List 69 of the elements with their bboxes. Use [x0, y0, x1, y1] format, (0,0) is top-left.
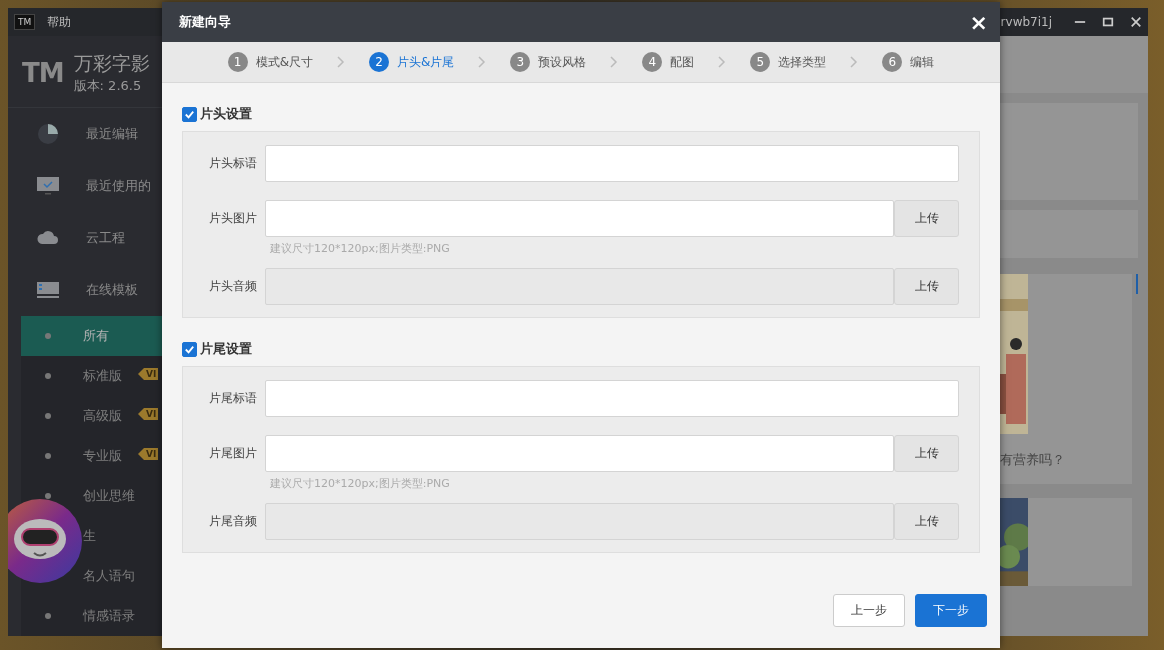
version-text: 版本: 2.6.5 [73, 76, 143, 95]
category-item[interactable]: 名人语句 [83, 567, 135, 585]
vip-badge: VI [138, 408, 159, 420]
field-label: 片尾标语 [208, 390, 258, 407]
step-number: 2 [369, 52, 389, 72]
vip-badge: VI [138, 368, 159, 380]
step-number: 1 [227, 52, 248, 72]
chevron-icon [718, 56, 727, 68]
input-field[interactable] [265, 380, 959, 417]
next-button[interactable]: 下一步 [915, 594, 987, 627]
category-item[interactable]: 创业思维 [83, 487, 135, 505]
category-item[interactable]: 生 [83, 527, 96, 545]
field-label: 片尾音频 [208, 513, 258, 530]
input-field[interactable] [265, 200, 894, 237]
vip-badge: VI [138, 448, 159, 460]
app-badge: TM [14, 14, 36, 30]
hint-text: 建议尺寸120*120px;图片类型:PNG [270, 476, 451, 491]
step-number: 6 [882, 52, 903, 72]
menu-item[interactable]: 帮助 [47, 13, 72, 31]
nav-item[interactable]: 云工程 [86, 229, 125, 248]
step-label: 配图 [670, 53, 695, 71]
back-button[interactable]: 上一步 [833, 594, 905, 627]
nav-item[interactable]: 最近编辑 [86, 125, 138, 144]
upload-button[interactable]: 上传 [894, 503, 959, 540]
section-title: 片尾设置 [200, 340, 252, 358]
input-field[interactable] [265, 435, 894, 472]
close-button[interactable]: × [965, 9, 992, 35]
upload-button[interactable]: 上传 [894, 268, 959, 305]
step-label: 预设风格 [538, 53, 587, 71]
input-field[interactable] [265, 145, 959, 182]
step-label: 编辑 [910, 53, 935, 71]
category-item[interactable]: 高级版 [83, 407, 122, 425]
category-item[interactable]: 标准版 [83, 367, 122, 385]
scroll-indicator [1136, 274, 1138, 294]
section-title: 片头设置 [200, 105, 252, 123]
field-label: 片头标语 [208, 155, 258, 172]
nav-item[interactable]: 在线模板 [86, 281, 138, 299]
category-item[interactable]: 专业版 [83, 447, 122, 465]
chevron-icon [610, 56, 619, 68]
step-label: 片头&片尾 [397, 53, 455, 71]
maximize-icon[interactable] [1102, 16, 1114, 28]
step-number: 3 [510, 52, 531, 72]
step-label: 选择类型 [778, 53, 827, 71]
field-label: 片头图片 [208, 210, 258, 227]
hint-text: 建议尺寸120*120px;图片类型:PNG [270, 241, 451, 256]
user-name: rvwb7i1j [1000, 15, 1052, 29]
step-label: 模式&尺寸 [255, 53, 313, 71]
category-item[interactable]: 情感语录 [83, 607, 135, 625]
upload-button[interactable]: 上传 [894, 435, 959, 472]
app-name: 万彩字影 [73, 50, 150, 76]
step-number: 4 [642, 52, 663, 72]
field-label: 片尾图片 [208, 445, 258, 462]
card-caption: 有营养吗？ [1000, 451, 1065, 469]
template-card[interactable] [998, 498, 1132, 586]
chevron-icon [478, 56, 487, 68]
robot-avatar-icon[interactable] [8, 499, 82, 583]
nav-item[interactable]: 最近使用的 [86, 177, 151, 196]
checkbox[interactable] [182, 106, 197, 122]
category-item[interactable]: 所有 [83, 327, 109, 345]
chevron-icon [337, 56, 345, 68]
close-icon[interactable] [1130, 16, 1142, 28]
field-label: 片头音频 [208, 278, 258, 295]
upload-button[interactable]: 上传 [894, 200, 959, 237]
pie-chart-icon [36, 122, 60, 147]
chevron-icon [850, 56, 859, 68]
dialog-title: 新建向导 [179, 13, 231, 31]
logo: TM [22, 57, 64, 88]
step-number: 5 [750, 52, 771, 72]
checkbox[interactable] [182, 341, 197, 357]
